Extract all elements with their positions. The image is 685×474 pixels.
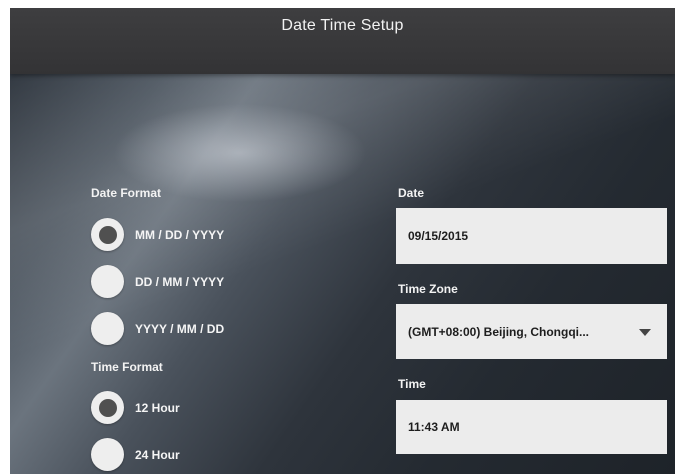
radio-button[interactable]	[91, 265, 124, 298]
time-field[interactable]: 11:43 AM	[396, 400, 667, 454]
date-format-option-mm-dd-yyyy[interactable]: MM / DD / YYYY	[91, 218, 224, 251]
radio-label: MM / DD / YYYY	[135, 227, 225, 242]
radio-button-selected[interactable]	[91, 391, 124, 424]
date-field[interactable]: 09/15/2015	[396, 208, 667, 264]
radio-selected-dot	[98, 225, 117, 244]
time-value: 11:43 AM	[408, 420, 460, 434]
title-bar: Date Time Setup	[10, 8, 675, 74]
time-format-label: Time Format	[91, 360, 163, 374]
radio-label: DD / MM / YYYY	[135, 274, 225, 289]
time-label: Time	[398, 377, 426, 391]
radio-label: 24 Hour	[135, 447, 180, 462]
dropdown-arrow-icon	[639, 328, 651, 336]
date-time-setup-screen: Date Time Setup Date Format MM / DD / YY…	[10, 8, 675, 474]
time-zone-label: Time Zone	[398, 282, 458, 296]
radio-selected-dot	[98, 398, 117, 417]
date-value: 09/15/2015	[408, 229, 469, 243]
radio-button[interactable]	[91, 438, 124, 471]
radio-button-selected[interactable]	[91, 218, 124, 251]
time-zone-dropdown[interactable]: (GMT+08:00) Beijing, Chongqi...	[396, 304, 667, 359]
radio-button[interactable]	[91, 312, 124, 345]
date-format-option-yyyy-mm-dd[interactable]: YYYY / MM / DD	[91, 312, 224, 345]
page-title: Date Time Setup	[281, 17, 404, 34]
radio-label: 12 Hour	[135, 400, 180, 415]
radio-label: YYYY / MM / DD	[135, 321, 225, 336]
date-label: Date	[398, 186, 425, 200]
time-zone-value: (GMT+08:00) Beijing, Chongqi...	[408, 324, 590, 339]
time-format-option-24-hour[interactable]: 24 Hour	[91, 438, 180, 471]
time-format-option-12-hour[interactable]: 12 Hour	[91, 391, 180, 424]
date-format-option-dd-mm-yyyy[interactable]: DD / MM / YYYY	[91, 265, 224, 298]
date-format-label: Date Format	[91, 186, 162, 200]
